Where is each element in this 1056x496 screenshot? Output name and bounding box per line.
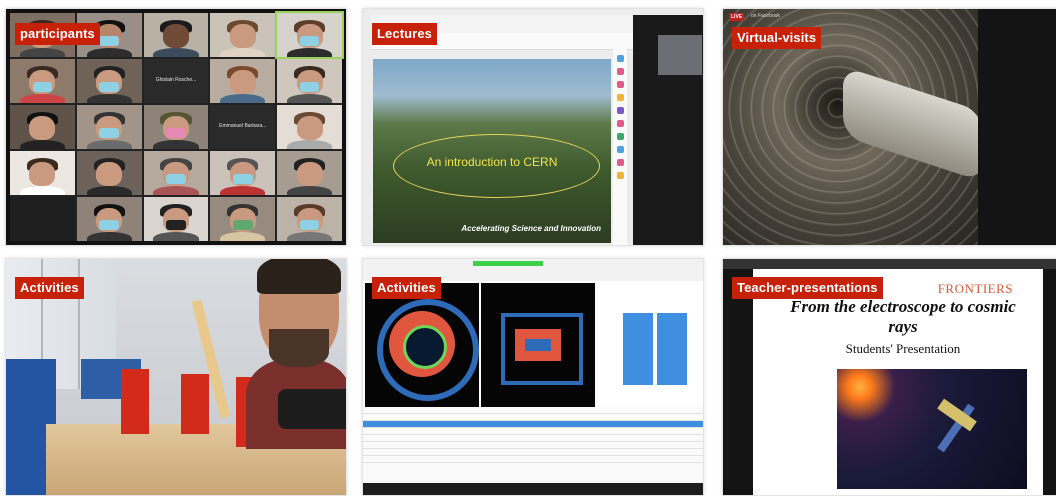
tool-icon: [616, 55, 624, 62]
detector-side-view: [481, 283, 595, 407]
speaker-camera-thumbnail: [658, 35, 702, 75]
meeting-controls-bar[interactable]: [363, 483, 703, 495]
tile-label-activities: Activities: [15, 277, 84, 299]
participant-name-tile: Ghislain Rosche...: [143, 59, 209, 103]
tool-icon: [616, 81, 624, 88]
slide-title: An introduction to CERN: [426, 155, 558, 169]
slide-subtitle: Students' Presentation: [845, 341, 961, 356]
activities-event-display-tile[interactable]: Activities: [362, 258, 704, 496]
red-bracket: [181, 374, 209, 434]
events-table: [363, 407, 703, 483]
participant-video: [143, 151, 209, 195]
progress-indicator: [473, 261, 543, 266]
dark-margin: [723, 269, 753, 495]
participant-video: [76, 59, 142, 103]
participant-video: [277, 197, 342, 241]
participants-tile[interactable]: Ghislain Rosche... Emmanuel Barbara... p…: [5, 8, 347, 246]
participant-video: [143, 105, 209, 149]
participant-video: [210, 197, 276, 241]
participant-name-tile: Emmanuel Barbara...: [210, 105, 276, 149]
presentation-slide: FRONTIERS From the electroscope to cosmi…: [753, 269, 1043, 495]
participant-video-off: [10, 197, 75, 241]
activities-photo-tile[interactable]: Activities: [5, 258, 347, 496]
participant-video: [277, 59, 342, 103]
participant-video: [277, 151, 342, 195]
virtual-visits-tile[interactable]: LIVE on Facebook Virtual-visits: [722, 8, 1056, 246]
participant-name: Emmanuel Barbara...: [219, 122, 267, 129]
detector-end-view: [365, 283, 479, 407]
histogram-bar: [623, 313, 653, 385]
pdf-tools-sidebar: [613, 49, 627, 245]
tool-icon: [616, 107, 624, 114]
dark-panel: [978, 9, 1056, 245]
participant-video: [143, 13, 209, 57]
tool-icon: [616, 133, 624, 140]
participant-video: [76, 105, 142, 149]
red-bracket: [121, 369, 149, 434]
slide-title: From the electroscope to cosmic rays: [790, 297, 1016, 336]
cern-slide: An introduction to CERN Accelerating Sci…: [373, 59, 611, 243]
histogram-bar: [657, 313, 687, 385]
dark-margin: [1043, 269, 1056, 495]
tile-label-participants: participants: [15, 23, 100, 45]
tool-icon: [616, 120, 624, 127]
tile-label-activities-2: Activities: [372, 277, 441, 299]
participant-video: [210, 13, 276, 57]
live-stream-text: on Facebook: [751, 13, 780, 19]
participant-video: [76, 197, 142, 241]
slide-tagline: Accelerating Science and Innovation: [461, 224, 601, 233]
tile-label-teacher-presentations: Teacher-presentations: [732, 277, 883, 299]
tool-icon: [616, 94, 624, 101]
histogram-panel: [599, 283, 703, 407]
participant-video: [277, 105, 342, 149]
participant-video: [143, 197, 209, 241]
participants-video-grid: Ghislain Rosche... Emmanuel Barbara...: [10, 11, 344, 241]
tile-label-virtual-visits: Virtual-visits: [732, 27, 822, 49]
tool-icon: [616, 159, 624, 166]
participant-video: [10, 151, 75, 195]
participant-video: [10, 59, 75, 103]
tile-label-lectures: Lectures: [372, 23, 437, 45]
participant-video: [210, 59, 276, 103]
tool-icon: [616, 68, 624, 75]
participant-video: [210, 151, 276, 195]
tool-icon: [616, 146, 624, 153]
teacher-presentations-tile[interactable]: FRONTIERS From the electroscope to cosmi…: [722, 258, 1056, 496]
participant-name: Ghislain Rosche...: [155, 76, 197, 83]
participant-video: [10, 105, 75, 149]
tool-icon: [616, 172, 624, 179]
frontiers-logo: FRONTIERS: [937, 281, 1013, 296]
live-badge: LIVE: [729, 13, 745, 21]
participant-strip: [723, 259, 1056, 269]
lectures-tile[interactable]: An introduction to CERN Accelerating Sci…: [362, 8, 704, 246]
cosmic-rays-satellite-image: [837, 369, 1027, 489]
participant-video: [275, 11, 344, 59]
black-cylinder: [278, 389, 346, 429]
participant-video: [76, 151, 142, 195]
